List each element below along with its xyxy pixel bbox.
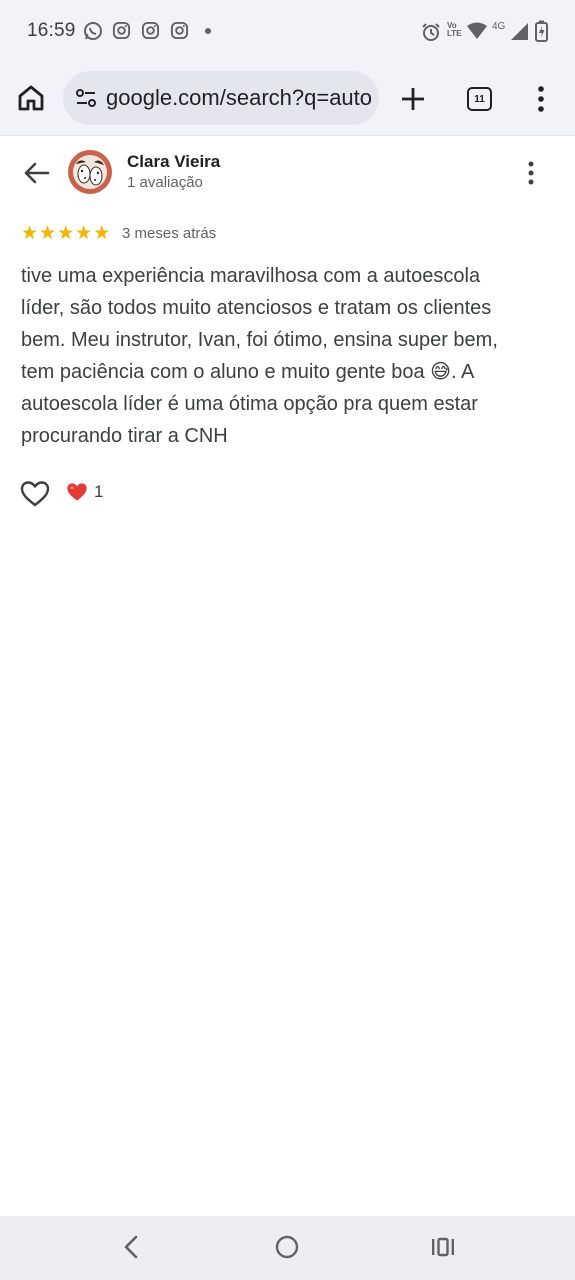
reviewer-name[interactable]: Clara Vieira: [127, 152, 220, 172]
whatsapp-icon: [84, 22, 102, 40]
chevron-left-icon: [124, 1235, 138, 1259]
status-bar: 16:59 Vo LTE 4G: [0, 0, 575, 62]
plus-icon: [402, 88, 424, 110]
star-icon: ★: [21, 223, 39, 244]
circle-home-icon: [275, 1235, 299, 1259]
more-vert-icon: [528, 161, 534, 185]
alarm-icon: [422, 23, 440, 41]
address-bar[interactable]: google.com/search?q=auto: [63, 71, 379, 125]
tab-switcher-button[interactable]: 11: [467, 87, 492, 111]
star-icon: ★: [57, 223, 75, 244]
url-text[interactable]: google.com/search?q=auto: [106, 85, 372, 111]
review-text-line: autoescola líder é uma ótima opção pra q…: [21, 393, 478, 415]
battery-charging-icon: [535, 20, 548, 42]
review-date: 3 meses atrás: [122, 225, 217, 242]
review-text-line: tem paciência com o aluno e muito gente …: [21, 361, 475, 383]
reaction-count: 1: [94, 482, 104, 501]
heart-outline-icon: [20, 481, 50, 507]
instagram-icon: [112, 21, 131, 40]
review-text-line: procurando tirar a CNH: [21, 425, 228, 447]
reviewer-review-count: 1 avaliação: [127, 174, 203, 191]
arrow-back-icon: [24, 162, 50, 184]
reaction-summary[interactable]: 1: [66, 482, 103, 502]
signal-icon: [511, 23, 528, 40]
review-text-line: bem. Meu instrutor, Ivan, foi ótimo, ens…: [21, 329, 498, 351]
avatar-image: [68, 150, 112, 194]
system-navigation-bar: [0, 1216, 575, 1280]
back-button[interactable]: [22, 158, 52, 193]
star-rating: ★ ★ ★ ★ ★: [21, 224, 110, 243]
status-time: 16:59: [27, 20, 76, 41]
more-options-button[interactable]: [536, 85, 546, 113]
recents-icon: [432, 1237, 454, 1257]
wifi-icon: [467, 22, 487, 39]
heart-filled-icon: [67, 483, 87, 501]
instagram-icon: [170, 21, 189, 40]
nav-recents-button[interactable]: [430, 1232, 456, 1267]
home-icon: [18, 85, 44, 111]
review-text-line: líder, são todos muito atenciosos e trat…: [21, 297, 492, 319]
star-icon: ★: [75, 223, 93, 244]
browser-toolbar: google.com/search?q=auto 11: [0, 62, 575, 136]
site-settings-icon[interactable]: [75, 87, 97, 109]
avatar[interactable]: [68, 150, 112, 194]
star-icon: ★: [39, 223, 57, 244]
review-text: tive uma experiência maravilhosa com a a…: [21, 260, 541, 452]
nav-home-button[interactable]: [274, 1232, 300, 1267]
notification-dot-icon: [205, 28, 211, 34]
star-icon: ★: [93, 223, 111, 244]
new-tab-button[interactable]: [400, 86, 426, 112]
nav-back-button[interactable]: [118, 1232, 144, 1267]
volte-icon: Vo LTE: [447, 21, 462, 38]
review-text-line: tive uma experiência maravilhosa com a a…: [21, 265, 481, 287]
instagram-icon: [141, 21, 160, 40]
review-more-button[interactable]: [526, 160, 536, 191]
more-vert-icon: [538, 86, 544, 112]
like-button[interactable]: [20, 480, 50, 513]
home-button[interactable]: [16, 83, 46, 113]
network-type: 4G: [492, 21, 506, 32]
